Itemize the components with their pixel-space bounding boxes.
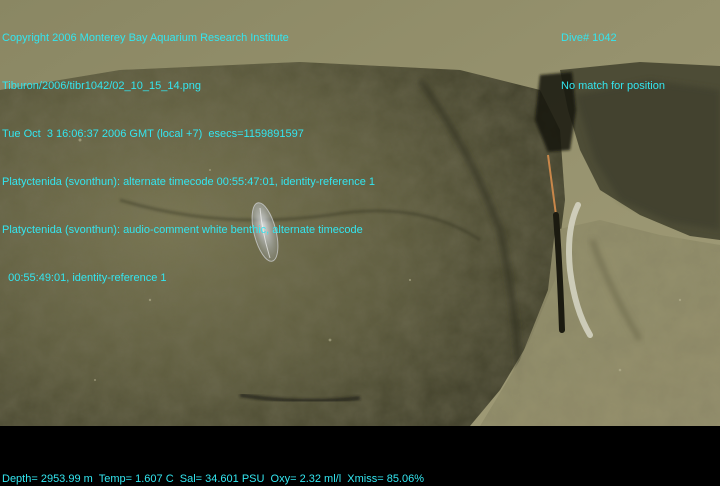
annotation-line: Platyctenida (svonthun): audio-comment w… (2, 224, 363, 236)
telemetry-readout: Depth= 2953.99 m Temp= 1.607 C Sal= 34.6… (2, 473, 425, 485)
header-right-overlay: Dive# 1042 No match for position (561, 0, 665, 126)
image-file-path: Tiburon/2006/tibr1042/02_10_15_14.png (2, 80, 201, 92)
position-status: No match for position (561, 80, 665, 92)
dive-number: Dive# 1042 (561, 32, 617, 44)
datetime-text: Tue Oct 3 16:06:37 2006 GMT (local +7) e… (2, 128, 304, 140)
annotation-line: 00:55:49:01, identity-reference 1 (2, 272, 167, 284)
header-left-overlay: Copyright 2006 Monterey Bay Aquarium Res… (2, 0, 375, 318)
annotation-line: Platyctenida (svonthun): alternate timec… (2, 176, 376, 188)
copyright-text: Copyright 2006 Monterey Bay Aquarium Res… (2, 32, 289, 44)
video-frame: Copyright 2006 Monterey Bay Aquarium Res… (0, 0, 720, 486)
